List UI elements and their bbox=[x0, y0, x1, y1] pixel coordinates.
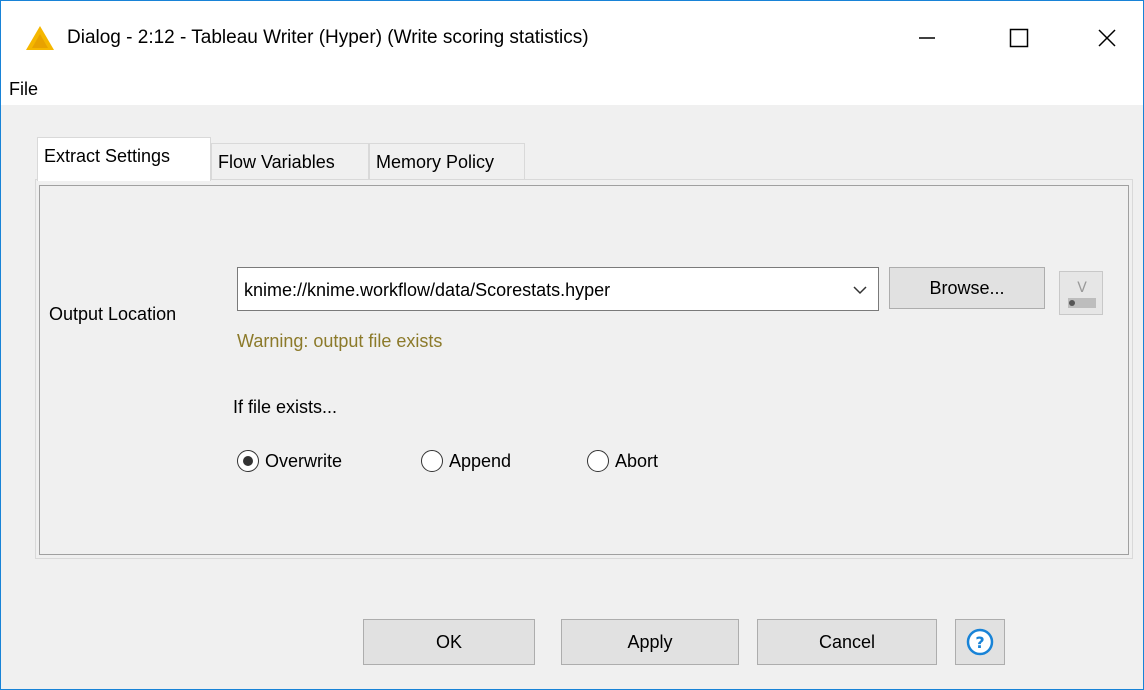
dialog-window: Dialog - 2:12 - Tableau Writer (Hyper) (… bbox=[0, 0, 1144, 690]
menu-file[interactable]: File bbox=[9, 79, 38, 100]
maximize-icon bbox=[1009, 28, 1029, 48]
svg-text:V: V bbox=[1077, 280, 1087, 296]
radio-append[interactable]: Append bbox=[421, 447, 511, 475]
radio-append-label: Append bbox=[449, 450, 512, 471]
window-title: Dialog - 2:12 - Tableau Writer (Hyper) (… bbox=[67, 27, 589, 48]
tab-memory-policy[interactable]: Memory Policy bbox=[369, 143, 525, 181]
title-bar[interactable]: Dialog - 2:12 - Tableau Writer (Hyper) (… bbox=[1, 1, 1143, 75]
ok-button[interactable]: OK bbox=[363, 619, 535, 665]
flow-variable-button[interactable]: V bbox=[1059, 271, 1103, 315]
close-icon bbox=[1098, 29, 1116, 47]
radio-abort-label: Abort bbox=[615, 450, 659, 471]
radio-overwrite[interactable]: Overwrite bbox=[237, 447, 342, 475]
minimize-icon bbox=[919, 37, 935, 39]
menu-bar: File bbox=[1, 75, 1143, 105]
maximize-button[interactable] bbox=[973, 1, 1065, 75]
apply-button[interactable]: Apply bbox=[561, 619, 739, 665]
chevron-down-icon[interactable] bbox=[852, 282, 868, 298]
warning-triangle-icon bbox=[26, 26, 54, 50]
output-location-label: Output Location bbox=[49, 304, 177, 324]
settings-group-box bbox=[39, 185, 1129, 555]
flow-variable-icon: V bbox=[1068, 280, 1096, 308]
help-button[interactable]: ? bbox=[955, 619, 1005, 665]
radio-abort-indicator[interactable] bbox=[587, 450, 609, 472]
warning-message: Warning: output file exists bbox=[237, 331, 443, 351]
tab-extract-settings[interactable]: Extract Settings bbox=[37, 137, 211, 181]
close-button[interactable] bbox=[1061, 1, 1144, 75]
radio-overwrite-label: Overwrite bbox=[265, 450, 343, 471]
output-location-value[interactable]: knime://knime.workflow/data/Scorestats.h… bbox=[244, 280, 610, 301]
radio-append-indicator[interactable] bbox=[421, 450, 443, 472]
minimize-button[interactable] bbox=[881, 1, 973, 75]
radio-abort[interactable]: Abort bbox=[587, 447, 658, 475]
svg-text:?: ? bbox=[975, 633, 984, 652]
tab-flow-variables[interactable]: Flow Variables bbox=[211, 143, 369, 181]
output-location-combobox[interactable]: knime://knime.workflow/data/Scorestats.h… bbox=[237, 267, 879, 311]
radio-overwrite-indicator[interactable] bbox=[237, 450, 259, 472]
if-file-exists-label: If file exists... bbox=[233, 397, 338, 417]
help-icon: ? bbox=[966, 628, 994, 656]
browse-button[interactable]: Browse... bbox=[889, 267, 1045, 309]
cancel-button[interactable]: Cancel bbox=[757, 619, 937, 665]
